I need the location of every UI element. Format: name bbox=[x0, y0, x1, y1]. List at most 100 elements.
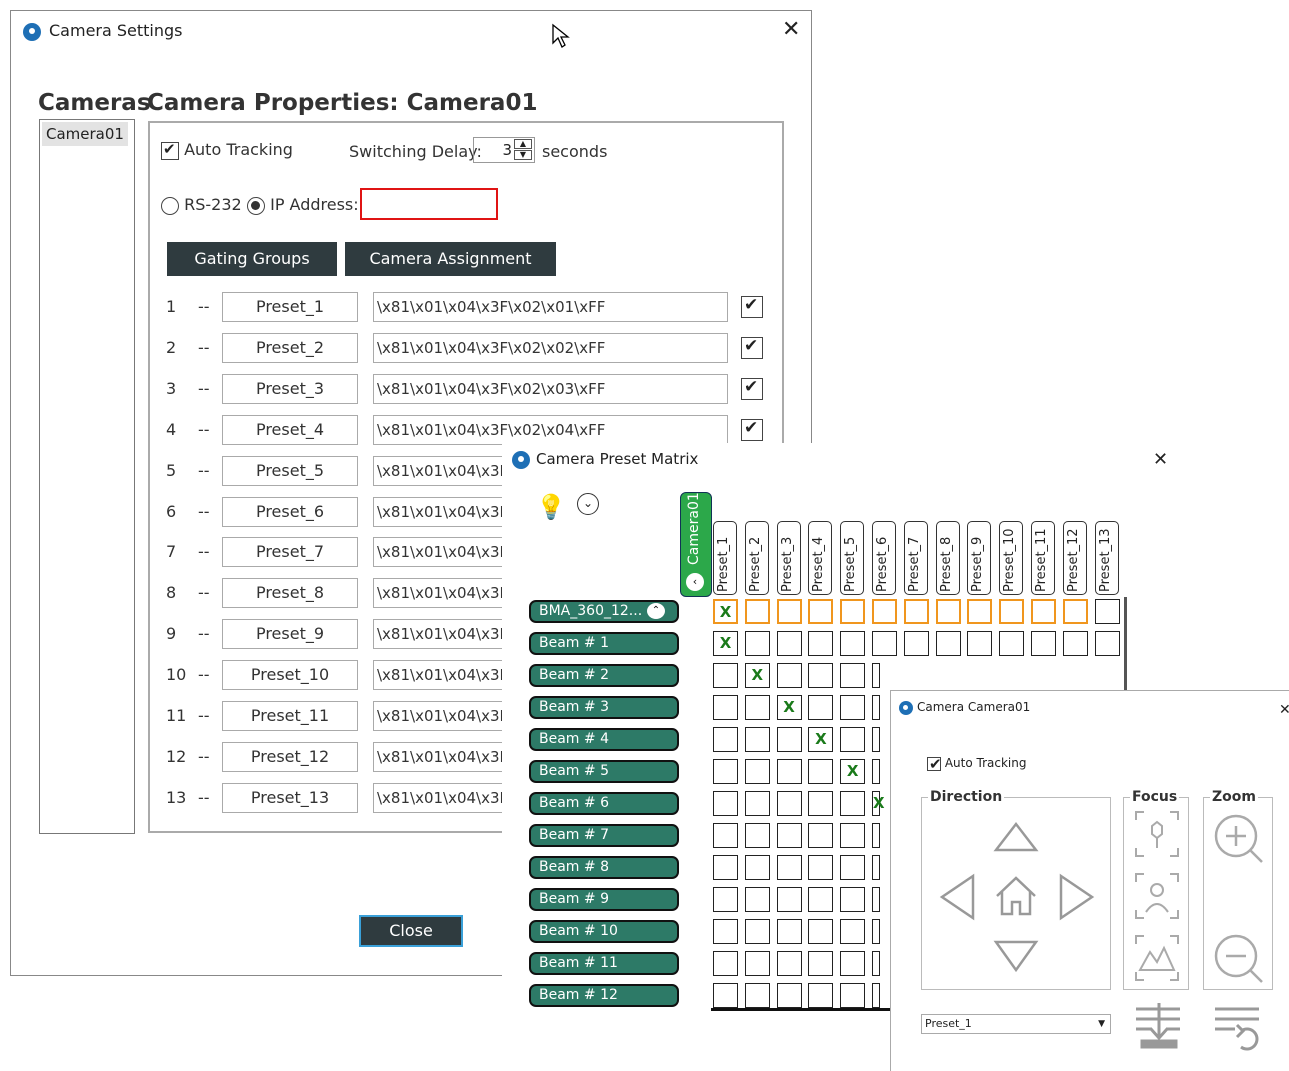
beam-row-label[interactable]: Beam # 2 bbox=[529, 664, 679, 687]
matrix-cell[interactable]: X bbox=[776, 695, 802, 720]
matrix-cell[interactable] bbox=[808, 663, 834, 688]
close-icon[interactable]: ✕ bbox=[1279, 699, 1289, 721]
checkbox-checked-icon[interactable] bbox=[161, 140, 179, 160]
matrix-cell[interactable] bbox=[840, 663, 866, 688]
matrix-cell[interactable] bbox=[840, 727, 866, 752]
matrix-cell[interactable] bbox=[713, 727, 738, 752]
arrow-left-icon[interactable] bbox=[939, 873, 975, 921]
close-icon[interactable]: ✕ bbox=[1153, 449, 1168, 471]
matrix-cell[interactable] bbox=[776, 855, 802, 880]
matrix-cell[interactable] bbox=[808, 887, 834, 912]
home-icon[interactable] bbox=[996, 876, 1036, 916]
matrix-cell[interactable] bbox=[713, 695, 738, 720]
matrix-cell[interactable] bbox=[872, 631, 897, 656]
beam-row-label[interactable]: Beam # 12 bbox=[529, 984, 679, 1007]
preset-name-field[interactable]: Preset_10 bbox=[222, 660, 358, 691]
preset-name-field[interactable]: Preset_3 bbox=[222, 373, 358, 404]
preset-name-field[interactable]: Preset_5 bbox=[222, 455, 358, 486]
matrix-cell[interactable] bbox=[744, 695, 770, 720]
preset-command-field[interactable]: \x81\x01\x04\x3F\x02\x03\xFF bbox=[373, 373, 728, 404]
matrix-cell[interactable] bbox=[999, 631, 1025, 656]
preset-command-field[interactable]: \x81\x01\x04\x3F\x02\x04\xFF bbox=[373, 414, 728, 445]
preset-column-header[interactable]: Preset_3 bbox=[776, 521, 801, 595]
matrix-cell[interactable] bbox=[744, 823, 770, 848]
matrix-cell[interactable] bbox=[776, 759, 802, 784]
matrix-cell[interactable] bbox=[713, 823, 738, 848]
matrix-cell[interactable] bbox=[744, 791, 770, 816]
matrix-cell[interactable] bbox=[776, 663, 802, 688]
matrix-cell[interactable] bbox=[808, 919, 834, 944]
preset-name-field[interactable]: Preset_2 bbox=[222, 332, 358, 363]
preset-name-field[interactable]: Preset_7 bbox=[222, 537, 358, 568]
preset-name-field[interactable]: Preset_13 bbox=[222, 782, 358, 813]
preset-column-header[interactable]: Preset_8 bbox=[935, 521, 960, 595]
matrix-cell[interactable] bbox=[840, 919, 866, 944]
preset-dropdown[interactable]: Preset_1 ▼ bbox=[921, 1014, 1111, 1034]
camera-list-item[interactable]: Camera01 bbox=[42, 122, 128, 146]
rs232-radio[interactable]: RS-232 bbox=[161, 195, 242, 215]
preset-name-field[interactable]: Preset_8 bbox=[222, 578, 358, 609]
matrix-cell[interactable] bbox=[840, 823, 866, 848]
matrix-cell[interactable] bbox=[808, 823, 834, 848]
ip-address-input[interactable] bbox=[360, 188, 498, 220]
preset-column-header[interactable]: Preset_9 bbox=[967, 521, 992, 595]
matrix-cell[interactable] bbox=[744, 919, 770, 944]
matrix-cell[interactable]: X bbox=[808, 727, 834, 752]
matrix-cell[interactable] bbox=[840, 599, 866, 624]
matrix-cell[interactable] bbox=[872, 823, 880, 848]
matrix-cell[interactable] bbox=[776, 823, 802, 848]
preset-enabled-checkbox[interactable] bbox=[741, 295, 763, 318]
matrix-cell[interactable] bbox=[1062, 599, 1088, 624]
matrix-cell[interactable]: X bbox=[713, 599, 738, 624]
matrix-cell[interactable] bbox=[713, 887, 738, 912]
preset-column-header[interactable]: Preset_10 bbox=[999, 521, 1024, 595]
matrix-cell[interactable] bbox=[776, 727, 802, 752]
matrix-cell[interactable] bbox=[776, 983, 802, 1008]
matrix-cell[interactable] bbox=[903, 599, 929, 624]
matrix-cell[interactable] bbox=[903, 631, 929, 656]
matrix-cell[interactable] bbox=[744, 599, 770, 624]
matrix-cell[interactable] bbox=[713, 759, 738, 784]
matrix-cell[interactable] bbox=[872, 695, 880, 720]
chevron-left-icon[interactable]: ‹ bbox=[686, 573, 704, 591]
beam-row-label[interactable]: Beam # 1 bbox=[529, 632, 679, 655]
spinner-up-icon[interactable]: ▲ bbox=[514, 139, 532, 149]
matrix-cell[interactable] bbox=[744, 887, 770, 912]
matrix-cell[interactable] bbox=[713, 663, 738, 688]
matrix-cell[interactable] bbox=[1094, 631, 1120, 656]
matrix-cell[interactable]: X bbox=[744, 663, 770, 688]
matrix-cell[interactable] bbox=[840, 855, 866, 880]
preset-name-field[interactable]: Preset_9 bbox=[222, 619, 358, 650]
matrix-cell[interactable] bbox=[713, 791, 738, 816]
matrix-cell[interactable] bbox=[872, 983, 880, 1008]
chevron-down-icon[interactable]: ▼ bbox=[1098, 1015, 1105, 1033]
matrix-cell[interactable] bbox=[776, 791, 802, 816]
matrix-cell[interactable] bbox=[808, 599, 834, 624]
matrix-cell[interactable] bbox=[872, 599, 897, 624]
matrix-cell[interactable]: X bbox=[872, 791, 885, 816]
matrix-cell[interactable] bbox=[776, 599, 802, 624]
preset-column-header[interactable]: Preset_12 bbox=[1062, 521, 1087, 595]
matrix-cell[interactable] bbox=[808, 695, 834, 720]
matrix-cell[interactable] bbox=[840, 887, 866, 912]
arrow-up-icon[interactable] bbox=[993, 821, 1039, 852]
matrix-cell[interactable] bbox=[872, 759, 880, 784]
preset-name-field[interactable]: Preset_12 bbox=[222, 741, 358, 772]
auto-tracking-checkbox[interactable]: Auto Tracking bbox=[927, 755, 1026, 773]
microphone-row-header[interactable]: BMA_360_12... ⌃ bbox=[529, 600, 679, 623]
preset-column-header[interactable]: Preset_6 bbox=[872, 521, 896, 595]
matrix-cell[interactable] bbox=[999, 599, 1025, 624]
matrix-cell[interactable] bbox=[744, 855, 770, 880]
matrix-cell[interactable] bbox=[840, 695, 866, 720]
preset-name-field[interactable]: Preset_1 bbox=[222, 292, 358, 322]
matrix-cell[interactable] bbox=[872, 855, 880, 880]
beam-row-label[interactable]: Beam # 10 bbox=[529, 920, 679, 943]
preset-column-header[interactable]: Preset_13 bbox=[1094, 521, 1119, 595]
matrix-cell[interactable] bbox=[808, 983, 834, 1008]
preset-name-field[interactable]: Preset_6 bbox=[222, 496, 358, 527]
beam-row-label[interactable]: Beam # 9 bbox=[529, 888, 679, 911]
beam-row-label[interactable]: Beam # 6 bbox=[529, 792, 679, 815]
preset-name-field[interactable]: Preset_4 bbox=[222, 414, 358, 445]
focus-person-icon[interactable] bbox=[1135, 873, 1179, 919]
matrix-cell[interactable] bbox=[935, 599, 961, 624]
